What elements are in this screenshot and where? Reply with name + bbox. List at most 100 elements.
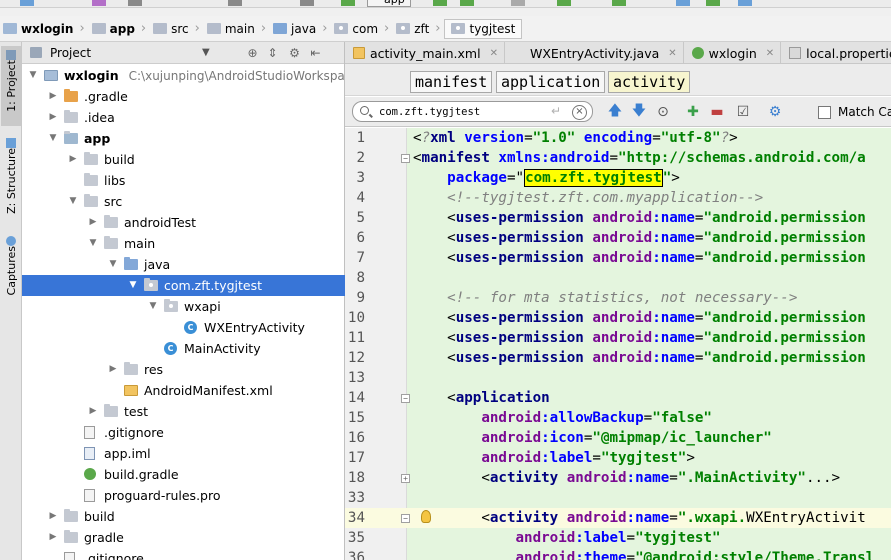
- editor-tab[interactable]: local.properties✕: [781, 42, 891, 64]
- tree-node[interactable]: ▼ app: [22, 128, 345, 149]
- tree-node[interactable]: ▼ wxlogin C:\xujunping\AndroidStudioWorksp…: [22, 65, 359, 86]
- fold-marker-icon[interactable]: −: [401, 514, 410, 523]
- remove-occurrence-icon[interactable]: ▬: [709, 104, 725, 120]
- tree-node[interactable]: .gitignore: [22, 548, 345, 560]
- fold-marker-icon[interactable]: +: [401, 474, 410, 483]
- android-monitor-icon[interactable]: [706, 0, 720, 6]
- run-icon[interactable]: [433, 0, 447, 6]
- tree-node[interactable]: proguard-rules.pro: [22, 485, 345, 506]
- collapsed-arrow-icon[interactable]: ▶: [88, 401, 98, 422]
- tree-node[interactable]: libs: [22, 170, 345, 191]
- scroll-from-source-icon[interactable]: ⊕: [246, 46, 259, 60]
- tree-node[interactable]: ▶ .gradle: [22, 86, 345, 107]
- tree-node[interactable]: ▼ com.zft.tygjtest: [22, 275, 345, 296]
- code-token: ?: [421, 130, 431, 146]
- project-tool-tab[interactable]: 1: Project: [1, 46, 21, 126]
- previous-occurrence-icon[interactable]: 🡅: [607, 103, 623, 120]
- clear-search-icon[interactable]: ×: [572, 105, 587, 120]
- xml-crumb-manifest[interactable]: manifest: [410, 71, 493, 93]
- tree-node[interactable]: ▶ build: [22, 149, 345, 170]
- add-occurrence-icon[interactable]: ✚: [685, 104, 701, 120]
- breadcrumb-item[interactable]: java ›: [270, 16, 331, 42]
- toolbar-find-icon[interactable]: [300, 0, 314, 6]
- chevron-down-icon[interactable]: ▼: [202, 47, 210, 58]
- collapsed-arrow-icon[interactable]: ▶: [48, 107, 58, 128]
- tree-node[interactable]: .gitignore: [22, 422, 345, 443]
- hide-panel-icon[interactable]: ⇤: [309, 46, 322, 60]
- code-editor[interactable]: 1 <?xml version="1.0" encoding="utf-8"?> 2…: [345, 128, 891, 560]
- toolbar-cut-icon[interactable]: [128, 0, 142, 6]
- editor-tab[interactable]: activity_main.xml ✕: [345, 42, 505, 64]
- tree-node[interactable]: C MainActivity: [22, 338, 345, 359]
- expanded-arrow-icon[interactable]: ▼: [128, 275, 138, 296]
- collapsed-arrow-icon[interactable]: ▶: [88, 212, 98, 233]
- tree-node[interactable]: ▼ java: [22, 254, 345, 275]
- breadcrumb-item[interactable]: main ›: [204, 16, 270, 42]
- search-input[interactable]: [379, 104, 549, 119]
- select-all-occurrences-icon[interactable]: ☑: [735, 104, 751, 120]
- breadcrumb-item[interactable]: com ›: [331, 16, 393, 42]
- tree-node[interactable]: ▶ .idea: [22, 107, 345, 128]
- fold-marker-icon[interactable]: −: [401, 394, 410, 403]
- expanded-arrow-icon[interactable]: ▼: [48, 128, 58, 149]
- collapsed-arrow-icon[interactable]: ▶: [48, 506, 58, 527]
- toolbar-paste-icon[interactable]: [228, 0, 242, 6]
- avd-manager-icon[interactable]: [612, 0, 626, 6]
- toolbar-make-icon[interactable]: [341, 0, 355, 6]
- toolbar-undo-icon[interactable]: [92, 0, 106, 6]
- breadcrumb-item[interactable]: wxlogin ›: [0, 16, 89, 42]
- editor-tab[interactable]: wxlogin ✕: [684, 42, 782, 64]
- next-occurrence-icon[interactable]: 🡇: [631, 103, 647, 120]
- collapse-all-icon[interactable]: ⇕: [266, 46, 279, 60]
- tree-node[interactable]: build.gradle: [22, 464, 345, 485]
- tree-node[interactable]: ▼ main: [22, 233, 345, 254]
- breadcrumb-item[interactable]: zft ›: [393, 16, 444, 42]
- tree-node[interactable]: ▶ androidTest: [22, 212, 345, 233]
- tree-node[interactable]: app.iml: [22, 443, 345, 464]
- editor-tab[interactable]: WXEntryActivity.java ✕: [505, 42, 684, 64]
- tree-node[interactable]: ▶ res: [22, 359, 345, 380]
- sync-icon[interactable]: [557, 0, 571, 6]
- tree-node[interactable]: ▶ test: [22, 401, 345, 422]
- expanded-arrow-icon[interactable]: ▼: [88, 233, 98, 254]
- toolbar-save-icon[interactable]: [20, 0, 34, 6]
- tree-node[interactable]: ▼ wxapi: [22, 296, 345, 317]
- collapsed-arrow-icon[interactable]: ▶: [48, 527, 58, 548]
- search-settings-icon[interactable]: ⚙: [767, 104, 783, 120]
- debug-icon[interactable]: [460, 0, 474, 6]
- stop-icon[interactable]: [511, 0, 525, 6]
- collapsed-arrow-icon[interactable]: ▶: [48, 86, 58, 107]
- xml-crumb-application[interactable]: application: [496, 71, 606, 93]
- collapsed-arrow-icon[interactable]: ▶: [108, 359, 118, 380]
- fold-marker-icon[interactable]: −: [401, 154, 410, 163]
- tree-node[interactable]: ▶ gradle: [22, 527, 345, 548]
- expanded-arrow-icon[interactable]: ▼: [68, 191, 78, 212]
- sdk-manager-icon[interactable]: [676, 0, 690, 6]
- breadcrumb-item[interactable]: tygjtest: [444, 18, 523, 39]
- structure-tool-tab[interactable]: Z: Structure: [1, 134, 21, 218]
- collapsed-arrow-icon[interactable]: ▶: [68, 149, 78, 170]
- match-case-checkbox[interactable]: [818, 106, 831, 119]
- tree-node[interactable]: ▶ build: [22, 506, 345, 527]
- tree-node[interactable]: AndroidManifest.xml: [22, 380, 345, 401]
- gear-icon[interactable]: ⚙: [288, 46, 301, 60]
- search-icon[interactable]: [360, 106, 369, 115]
- tree-node[interactable]: ▼ src: [22, 191, 345, 212]
- expanded-arrow-icon[interactable]: ▼: [108, 254, 118, 275]
- project-view-title[interactable]: Project: [50, 46, 91, 60]
- expanded-arrow-icon[interactable]: ▼: [148, 296, 158, 317]
- find-all-icon[interactable]: ⊙: [655, 104, 671, 120]
- close-icon[interactable]: ✕: [490, 48, 498, 59]
- tree-node[interactable]: C WXEntryActivity: [22, 317, 345, 338]
- close-icon[interactable]: ✕: [766, 48, 774, 59]
- tree-node-label: gradle: [84, 527, 124, 548]
- breadcrumb-item[interactable]: app ›: [89, 16, 150, 42]
- navigation-bar: wxlogin › app › src › main › java › com › zft › tygjte…: [0, 16, 891, 42]
- run-config-select[interactable]: app: [367, 0, 411, 7]
- help-icon[interactable]: [738, 0, 752, 6]
- close-icon[interactable]: ✕: [668, 48, 676, 59]
- breadcrumb-item[interactable]: src ›: [150, 16, 204, 42]
- expanded-arrow-icon[interactable]: ▼: [28, 65, 38, 86]
- xml-crumb-activity[interactable]: activity: [608, 71, 691, 93]
- captures-tool-tab[interactable]: Captures: [1, 232, 21, 302]
